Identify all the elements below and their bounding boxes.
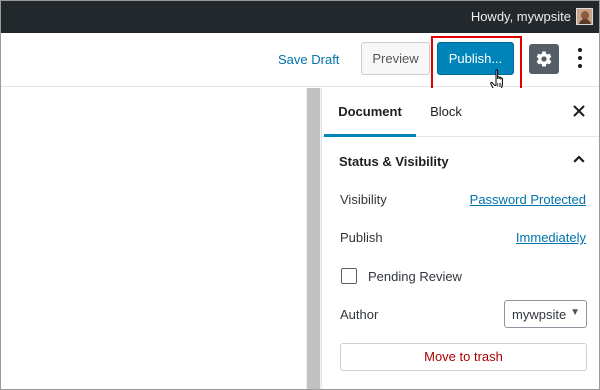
canvas-scrollbar[interactable] bbox=[306, 88, 321, 389]
editor-header: Save Draft Preview Publish... bbox=[1, 33, 599, 100]
avatar-body bbox=[579, 19, 591, 24]
tab-document[interactable]: Document bbox=[324, 88, 416, 137]
settings-button[interactable] bbox=[529, 44, 559, 74]
visibility-label: Visibility bbox=[340, 192, 387, 207]
author-label: Author bbox=[340, 307, 379, 322]
pending-review-checkbox[interactable] bbox=[341, 268, 357, 284]
dot bbox=[578, 48, 582, 52]
publish-date-link[interactable]: Immediately bbox=[516, 230, 586, 245]
visibility-toggle-link[interactable]: Password Protected bbox=[470, 192, 586, 207]
admin-bar: Howdy, mywpsite bbox=[1, 1, 599, 33]
user-avatar-icon[interactable] bbox=[576, 8, 593, 25]
move-to-trash-button[interactable]: Move to trash bbox=[340, 343, 587, 371]
dot bbox=[578, 56, 582, 60]
dropdown-arrow-icon: ▼ bbox=[570, 307, 580, 318]
scrollbar-thumb[interactable] bbox=[307, 88, 320, 389]
author-select[interactable]: mywpsite ▼ bbox=[504, 300, 587, 328]
settings-sidebar: Document Block Status & Visibility Visib… bbox=[321, 88, 599, 389]
editor-window: Howdy, mywpsite Save Draft Preview Publi… bbox=[0, 0, 600, 390]
preview-button[interactable]: Preview bbox=[361, 42, 430, 75]
tab-block[interactable]: Block bbox=[419, 88, 473, 136]
gear-icon bbox=[536, 51, 552, 67]
howdy-greeting[interactable]: Howdy, mywpsite bbox=[471, 9, 571, 24]
save-draft-button[interactable]: Save Draft bbox=[278, 52, 339, 67]
sidebar-tabs: Document Block bbox=[322, 88, 599, 137]
author-select-value: mywpsite bbox=[512, 307, 567, 322]
close-icon[interactable] bbox=[573, 105, 585, 117]
panel-title: Status & Visibility bbox=[339, 154, 449, 169]
chevron-up-icon bbox=[573, 155, 585, 163]
more-options-button[interactable] bbox=[578, 48, 582, 70]
pending-review-label[interactable]: Pending Review bbox=[368, 269, 462, 284]
dot bbox=[578, 64, 582, 68]
editor-canvas[interactable] bbox=[1, 88, 306, 389]
publish-date-label: Publish bbox=[340, 230, 383, 245]
status-visibility-panel-toggle[interactable]: Status & Visibility bbox=[322, 138, 599, 184]
